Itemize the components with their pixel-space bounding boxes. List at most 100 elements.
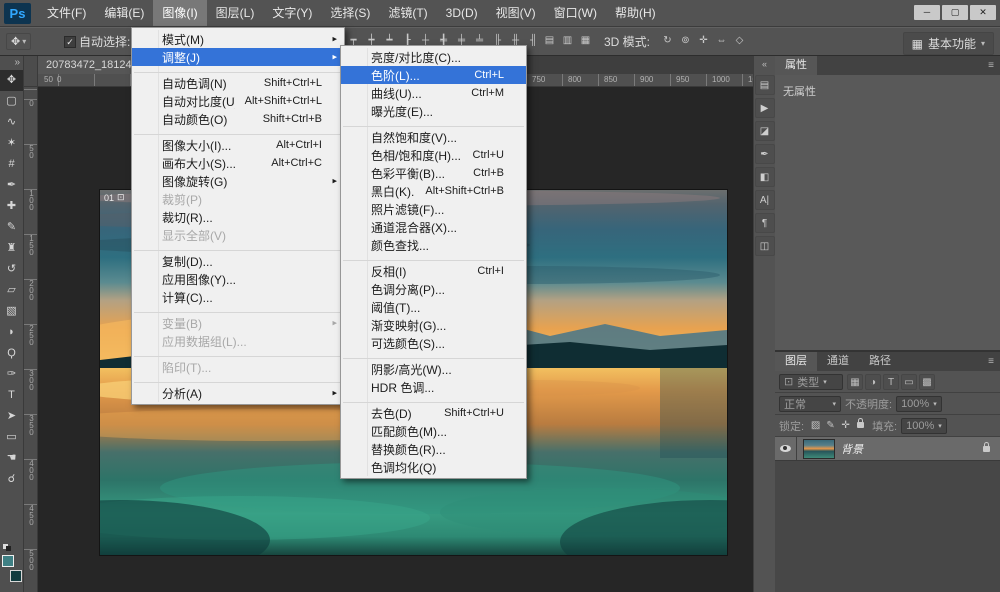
menu-item[interactable]: 反相(I) Ctrl+I: [341, 262, 526, 280]
menu-item[interactable]: 渐变映射(G)...: [341, 316, 526, 334]
menu-item[interactable]: 色调分离(P)...: [341, 280, 526, 298]
menubar-item[interactable]: 编辑(E): [95, 0, 153, 26]
panel-icon-button[interactable]: ✒: [755, 144, 775, 164]
tab-properties[interactable]: 属性: [775, 56, 817, 75]
menu-item[interactable]: 去色(D) Shift+Ctrl+U: [341, 404, 526, 422]
menubar-item[interactable]: 文字(Y): [263, 0, 321, 26]
tool-button[interactable]: ▭: [0, 427, 23, 448]
lock-button[interactable]: ✎: [823, 418, 838, 434]
panel-menu-icon[interactable]: ≡: [988, 60, 1000, 71]
panel-tab[interactable]: 通道: [817, 352, 859, 371]
menu-item[interactable]: 应用图像(Y)...: [132, 270, 344, 288]
tool-button[interactable]: ✚: [0, 196, 23, 217]
menu-item[interactable]: 曝光度(E)...: [341, 102, 526, 120]
menu-item[interactable]: 显示全部(V): [132, 226, 344, 244]
lock-button[interactable]: ✛: [838, 418, 853, 434]
collapse-tools-button[interactable]: »: [0, 56, 23, 70]
window-control-button[interactable]: ▢: [942, 5, 968, 20]
menu-item[interactable]: [132, 128, 344, 136]
layer-visibility-toggle[interactable]: [775, 437, 797, 460]
tool-button[interactable]: ✎: [0, 217, 23, 238]
panel-icon-button[interactable]: ¶: [755, 213, 775, 233]
menu-item[interactable]: [132, 306, 344, 314]
mode-3d-icon[interactable]: ⊚: [678, 33, 693, 49]
distribute-icon[interactable]: ╢: [526, 33, 541, 49]
menu-item[interactable]: 模式(M): [132, 30, 344, 48]
menu-item[interactable]: [132, 244, 344, 252]
layer-row[interactable]: 背景: [775, 437, 1000, 461]
tool-button[interactable]: ◗: [0, 322, 23, 343]
menu-item[interactable]: [132, 376, 344, 384]
menu-item[interactable]: 自动对比度(U) Alt+Shift+Ctrl+L: [132, 92, 344, 110]
menu-item[interactable]: 计算(C)...: [132, 288, 344, 306]
layer-filter-button[interactable]: T: [883, 374, 899, 390]
menu-item[interactable]: 色阶(L)... Ctrl+L: [341, 66, 526, 84]
tool-button[interactable]: ✶: [0, 133, 23, 154]
tool-button[interactable]: Ϙ: [0, 343, 23, 364]
menubar-item[interactable]: 窗口(W): [545, 0, 606, 26]
tool-preset-picker[interactable]: ✥ ▾: [6, 33, 31, 50]
menu-item[interactable]: 调整(J): [132, 48, 344, 66]
menubar-item[interactable]: 视图(V): [487, 0, 545, 26]
tool-button[interactable]: ▢: [0, 91, 23, 112]
panel-tab[interactable]: 图层: [775, 352, 817, 371]
menubar-item[interactable]: 滤镜(T): [379, 0, 436, 26]
tool-button[interactable]: ↺: [0, 259, 23, 280]
default-colors-icon[interactable]: [3, 544, 13, 551]
menu-item[interactable]: 图像旋转(G): [132, 172, 344, 190]
menu-item[interactable]: 照片滤镜(F)...: [341, 200, 526, 218]
lock-button[interactable]: ▨: [808, 418, 823, 434]
menu-item[interactable]: [132, 66, 344, 74]
panel-icon-button[interactable]: ▶: [755, 98, 775, 118]
menu-item[interactable]: 颜色查找...: [341, 236, 526, 254]
menu-item[interactable]: 图像大小(I)... Alt+Ctrl+I: [132, 136, 344, 154]
layer-filter-button[interactable]: ▭: [901, 374, 917, 390]
layer-filter-dropdown[interactable]: ⊡ 类型 ▾: [779, 374, 843, 390]
tool-button[interactable]: ∿: [0, 112, 23, 133]
menubar-item[interactable]: 图像(I): [153, 0, 206, 26]
tool-button[interactable]: ✑: [0, 364, 23, 385]
tool-button[interactable]: #: [0, 154, 23, 175]
panel-icon-button[interactable]: ◪: [755, 121, 775, 141]
panel-icon-button[interactable]: A|: [755, 190, 775, 210]
menu-item[interactable]: 陷印(T)...: [132, 358, 344, 376]
tool-button[interactable]: ♜: [0, 238, 23, 259]
panel-icon-button[interactable]: ◫: [755, 236, 775, 256]
window-control-button[interactable]: ─: [914, 5, 940, 20]
menu-item[interactable]: [341, 352, 526, 360]
workspace-switcher[interactable]: ▦ 基本功能 ▾: [903, 32, 994, 55]
layer-filter-button[interactable]: ▦: [847, 374, 863, 390]
tool-button[interactable]: ✥: [0, 70, 23, 91]
window-control-button[interactable]: ✕: [970, 5, 996, 20]
menu-item[interactable]: 亮度/对比度(C)...: [341, 48, 526, 66]
mode-3d-icon[interactable]: ◇: [732, 33, 747, 49]
tool-button[interactable]: ▧: [0, 301, 23, 322]
mode-3d-icon[interactable]: ✛: [696, 33, 711, 49]
menu-item[interactable]: [341, 254, 526, 262]
blend-mode-dropdown[interactable]: 正常▾: [779, 396, 841, 412]
menu-item[interactable]: [341, 396, 526, 404]
arrange-icon[interactable]: ▦: [578, 33, 593, 49]
menu-item[interactable]: [132, 350, 344, 358]
expand-panels-button[interactable]: «: [754, 56, 775, 72]
menu-item[interactable]: 画布大小(S)... Alt+Ctrl+C: [132, 154, 344, 172]
mode-3d-icon[interactable]: ↻: [660, 33, 675, 49]
panel-tab[interactable]: 路径: [859, 352, 901, 371]
menu-item[interactable]: 黑白(K)... Alt+Shift+Ctrl+B: [341, 182, 526, 200]
opacity-dropdown[interactable]: 100%▾: [896, 396, 942, 412]
menu-item[interactable]: [341, 120, 526, 128]
lock-button[interactable]: [853, 418, 868, 434]
panel-menu-icon[interactable]: ≡: [988, 356, 1000, 367]
foreground-color-swatch[interactable]: [2, 555, 14, 567]
menu-item[interactable]: 可选颜色(S)...: [341, 334, 526, 352]
menubar-item[interactable]: 图层(L): [207, 0, 264, 26]
menubar-item[interactable]: 帮助(H): [606, 0, 665, 26]
menu-item[interactable]: 自然饱和度(V)...: [341, 128, 526, 146]
menu-item[interactable]: HDR 色调...: [341, 378, 526, 396]
menu-item[interactable]: 应用数据组(L)...: [132, 332, 344, 350]
menu-item[interactable]: 裁剪(P): [132, 190, 344, 208]
layer-thumbnail[interactable]: [803, 439, 835, 459]
menu-item[interactable]: 阈值(T)...: [341, 298, 526, 316]
fill-dropdown[interactable]: 100%▾: [901, 418, 947, 434]
tool-button[interactable]: ✒: [0, 175, 23, 196]
